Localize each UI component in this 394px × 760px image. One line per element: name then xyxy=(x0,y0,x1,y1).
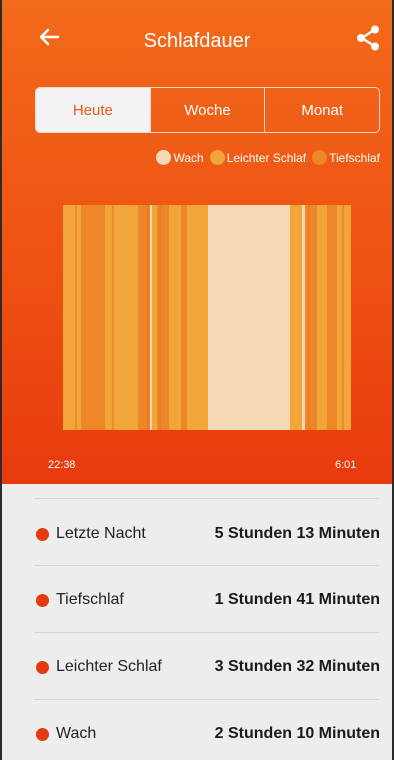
sleep-segment xyxy=(169,205,181,430)
chart-legend: Wach Leichter Schlaf Tiefschlaf xyxy=(150,150,380,165)
stat-dot xyxy=(36,527,49,541)
stat-label: Letzte Nacht xyxy=(56,525,146,542)
stat-value: 5 Stunden 13 Minuten xyxy=(214,525,380,542)
stat-row-letzte-nacht: Letzte Nacht 5 Stunden 13 Minuten xyxy=(0,522,394,546)
divider xyxy=(34,565,379,566)
tab-woche[interactable]: Woche xyxy=(149,88,265,132)
stat-dot xyxy=(36,593,49,607)
sleep-segment xyxy=(152,205,157,430)
stat-dot xyxy=(36,727,49,741)
divider xyxy=(34,498,379,499)
sleep-segment xyxy=(337,205,351,430)
sleep-chart-svg xyxy=(63,205,351,430)
sleep-segment xyxy=(63,205,81,430)
legend-dot-wach xyxy=(156,150,172,165)
stat-row-leichter-schlaf: Leichter Schlaf 3 Stunden 32 Minuten xyxy=(0,655,394,679)
stat-value: 3 Stunden 32 Minuten xyxy=(214,658,380,675)
divider xyxy=(34,699,379,700)
stat-row-wach: Wach 2 Stunden 10 Minuten xyxy=(0,722,394,746)
screen-frame-left xyxy=(0,0,2,760)
stats-list: Letzte Nacht 5 Stunden 13 Minuten Tiefsc… xyxy=(0,484,394,760)
legend-dot-leichter-schlaf xyxy=(209,150,225,165)
stat-label: Leichter Schlaf xyxy=(56,658,162,675)
legend-label-wach: Wach xyxy=(173,150,204,165)
tab-heute[interactable]: Heute xyxy=(36,88,150,132)
sleep-segment xyxy=(181,205,187,430)
sleep-segment xyxy=(81,205,105,430)
sleep-segment xyxy=(302,205,305,430)
share-button[interactable] xyxy=(352,22,384,54)
share-icon xyxy=(357,25,379,51)
sleep-segment xyxy=(150,205,152,430)
stat-dot xyxy=(36,660,49,674)
app-header: Schlafdauer xyxy=(0,0,394,84)
sleep-segment xyxy=(305,205,317,430)
stat-label: Tiefschlaf xyxy=(56,591,124,608)
sleep-segment xyxy=(208,205,290,430)
sleep-segment xyxy=(290,205,302,430)
stat-row-tiefschlaf: Tiefschlaf 1 Stunden 41 Minuten xyxy=(0,588,394,612)
legend-dot-tiefschlaf xyxy=(312,150,328,165)
stat-value: 1 Stunden 41 Minuten xyxy=(214,591,380,608)
tab-monat[interactable]: Monat xyxy=(264,88,379,132)
legend-item-tiefschlaf: Tiefschlaf xyxy=(312,150,380,165)
legend-item-wach: Wach xyxy=(156,150,204,165)
stat-label: Wach xyxy=(56,725,97,742)
legend-label-tiefschlaf: Tiefschlaf xyxy=(329,150,380,165)
page-title: Schlafdauer xyxy=(143,30,251,52)
sleep-chart xyxy=(63,205,351,430)
sleep-segment xyxy=(187,205,208,430)
sleep-segment xyxy=(105,205,113,430)
divider xyxy=(34,632,379,633)
period-tabs: Heute Woche Monat xyxy=(35,87,380,133)
chart-end-time: 6:01 xyxy=(335,459,357,471)
legend-item-leichter-schlaf: Leichter Schlaf xyxy=(209,150,307,165)
sleep-segment xyxy=(327,205,337,430)
sleep-segment xyxy=(317,205,327,430)
legend-label-leichter-schlaf: Leichter Schlaf xyxy=(226,150,307,165)
chart-start-time: 22:38 xyxy=(48,459,76,471)
sleep-segment xyxy=(113,205,138,430)
sleep-segment xyxy=(157,205,169,430)
stat-value: 2 Stunden 10 Minuten xyxy=(214,725,380,742)
